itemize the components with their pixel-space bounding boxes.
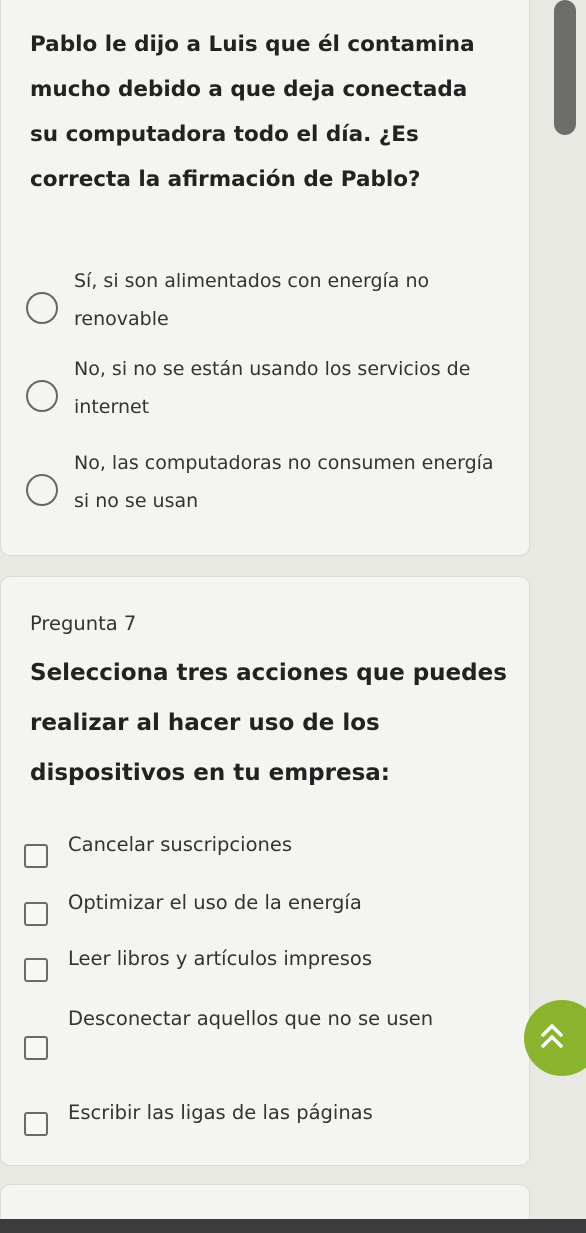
radio-option-label: No, las computadoras no consumen energía… (74, 452, 494, 512)
checkbox-option-label: Optimizar el uso de la energía (68, 891, 362, 914)
double-chevron-up-icon (539, 1022, 565, 1055)
checkbox-option-label: Cancelar suscripciones (68, 833, 293, 856)
question-7-text: Selecciona tres acciones que puedes real… (30, 660, 507, 786)
checkbox-option-label: Escribir las ligas de las páginas (68, 1101, 373, 1124)
scrollbar-thumb[interactable] (554, 0, 576, 135)
quiz-page: Pablo le dijo a Luis que él contamina mu… (0, 0, 586, 1233)
scroll-to-top-button[interactable] (524, 1000, 586, 1076)
checkbox-option-label: Leer libros y artículos impresos (68, 947, 373, 970)
checkbox-option-3[interactable]: Leer libros y artículos impresos (24, 940, 524, 992)
radio-button-icon[interactable] (26, 292, 58, 324)
checkbox-option-4[interactable]: Desconectar aquellos que no se usen (24, 1000, 524, 1090)
radio-option-label: Sí, si son alimentados con energía no re… (74, 270, 430, 330)
radio-button-icon[interactable] (26, 380, 58, 412)
question-number: Pregunta 7 (30, 612, 137, 635)
radio-option-label: No, si no se están usando los servicios … (74, 358, 471, 418)
checkbox-icon[interactable] (24, 1112, 48, 1136)
checkbox-icon[interactable] (24, 958, 48, 982)
checkbox-icon[interactable] (24, 844, 48, 868)
checkbox-option-2[interactable]: Optimizar el uso de la energía (24, 884, 524, 936)
radio-option-1[interactable]: Sí, si son alimentados con energía no re… (24, 262, 524, 342)
radio-button-icon[interactable] (26, 474, 58, 506)
radio-option-2[interactable]: No, si no se están usando los servicios … (24, 350, 524, 430)
question-6-text: Pablo le dijo a Luis que él contamina mu… (30, 32, 475, 192)
checkbox-icon[interactable] (24, 1036, 48, 1060)
radio-option-3[interactable]: No, las computadoras no consumen energía… (24, 444, 524, 524)
bottom-edge (0, 1219, 586, 1233)
checkbox-option-1[interactable]: Cancelar suscripciones (24, 826, 524, 878)
checkbox-icon[interactable] (24, 902, 48, 926)
checkbox-option-5[interactable]: Escribir las ligas de las páginas (24, 1094, 524, 1146)
checkbox-option-label: Desconectar aquellos que no se usen (68, 1007, 434, 1030)
